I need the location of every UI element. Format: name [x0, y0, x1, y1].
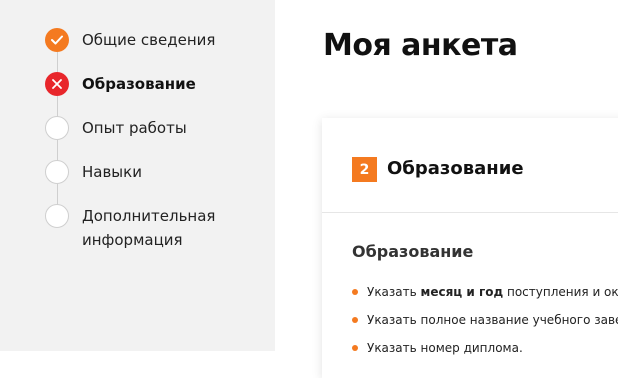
step-general-info[interactable]: Общие сведения [45, 28, 215, 52]
list-item: Указать номер диплома. [352, 340, 618, 356]
step-connector [57, 140, 58, 162]
step-status-empty [45, 160, 69, 184]
section-title: Образование [352, 242, 474, 261]
step-additional-info[interactable]: Дополнительная информация [45, 204, 222, 252]
list-item: Указать месяц и год поступления и оконча [352, 284, 618, 300]
step-education[interactable]: Образование [45, 72, 196, 96]
step-sidebar: Общие сведения Образование Опыт работы Н… [0, 0, 275, 351]
bullet-dot-icon [352, 317, 358, 323]
step-status-empty [45, 116, 69, 140]
list-item: Указать полное название учебного заведе [352, 312, 618, 328]
main-content: Моя анкета 2 Образование Образование Ука… [275, 0, 618, 378]
bullet-text: Указать номер диплома. [367, 341, 523, 355]
bullet-text: Указать полное название учебного заведе [367, 313, 618, 327]
step-label: Дополнительная информация [82, 207, 216, 249]
step-label: Образование [82, 75, 196, 93]
check-icon [51, 35, 63, 45]
step-status-empty [45, 204, 69, 228]
step-status-done [45, 28, 69, 52]
step-connector [57, 52, 58, 74]
bullet-dot-icon [352, 289, 358, 295]
step-label: Навыки [82, 163, 142, 181]
step-label: Общие сведения [82, 31, 216, 49]
step-connector [57, 96, 58, 118]
close-icon [52, 79, 62, 89]
bullet-dot-icon [352, 345, 358, 351]
step-work-experience[interactable]: Опыт работы [45, 116, 187, 140]
education-card: 2 Образование Образование Указать месяц … [322, 118, 618, 378]
card-title: Образование [387, 158, 524, 179]
instructions-list: Указать месяц и год поступления и оконча… [352, 284, 618, 368]
step-skills[interactable]: Навыки [45, 160, 142, 184]
card-header: 2 Образование [322, 118, 618, 213]
bullet-text: Указать месяц и год поступления и оконча [367, 285, 618, 299]
step-connector [57, 184, 58, 206]
step-status-error [45, 72, 69, 96]
step-label: Опыт работы [82, 119, 187, 137]
page-title: Моя анкета [323, 28, 518, 63]
step-number-badge: 2 [352, 157, 377, 182]
